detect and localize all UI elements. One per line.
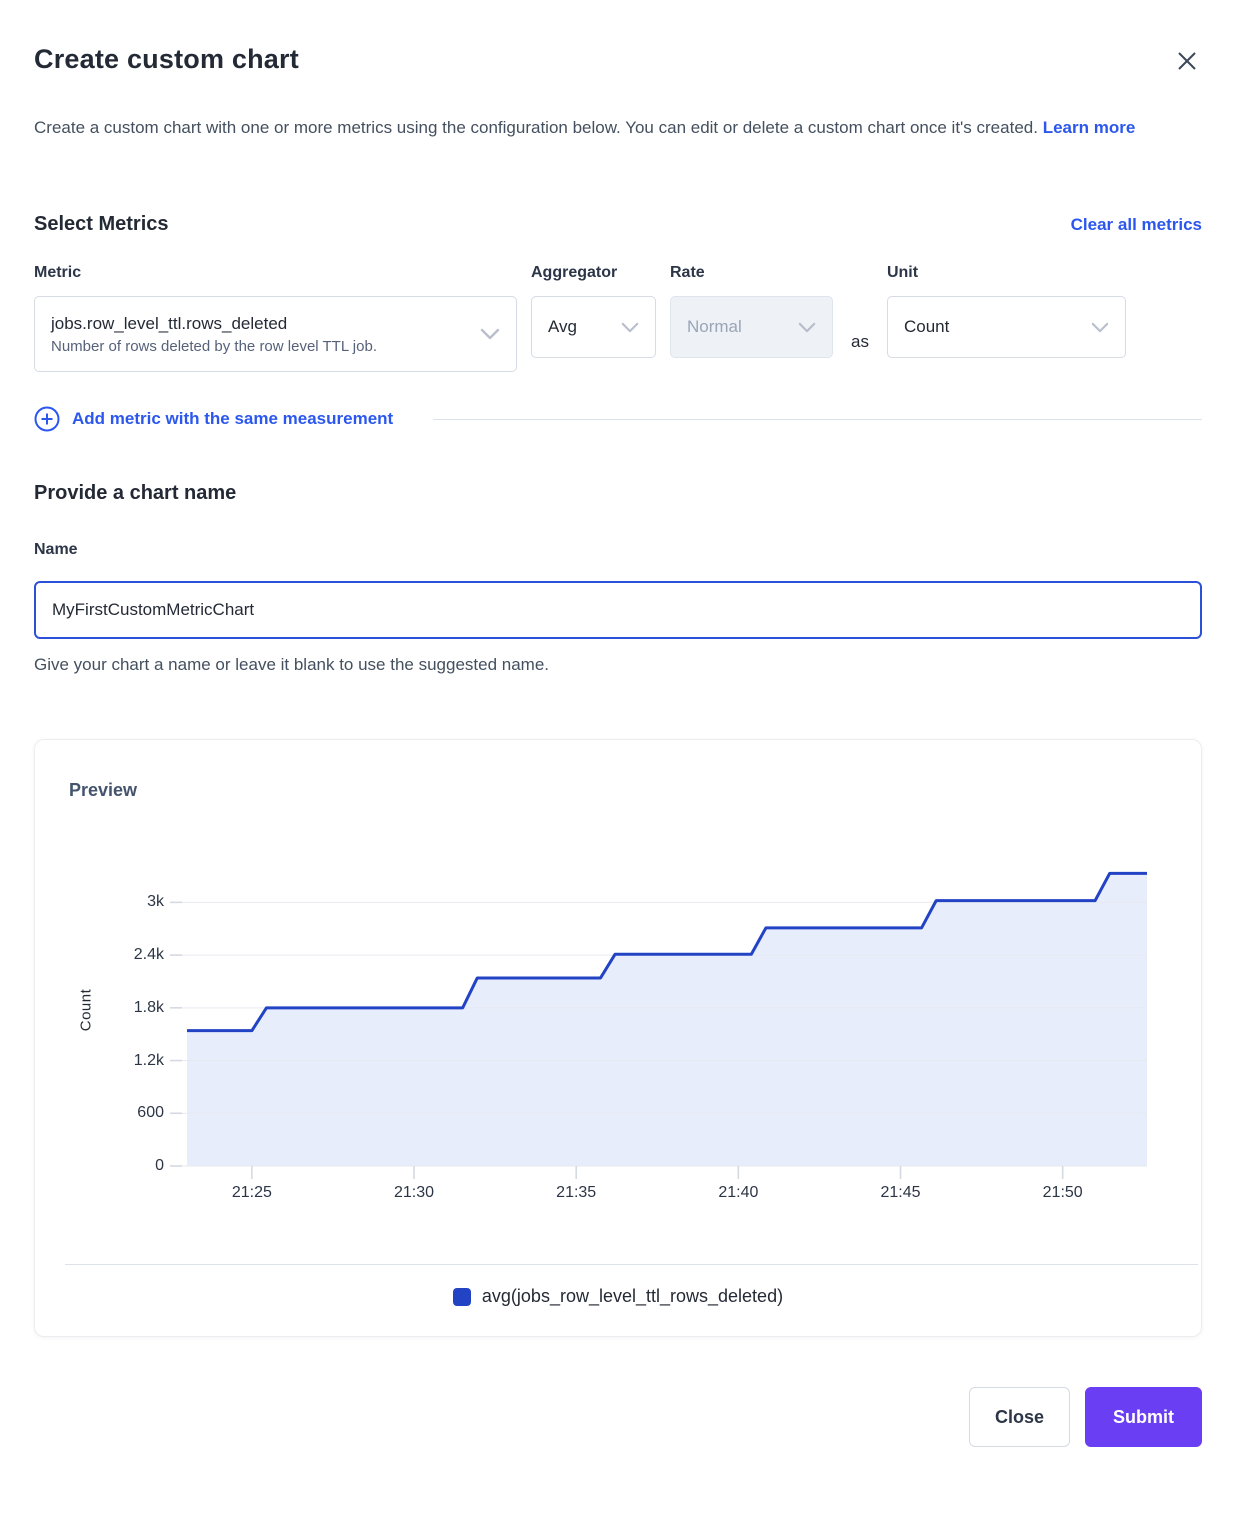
unit-select[interactable]: Count: [887, 296, 1126, 358]
y-tick-label: 0: [35, 1155, 164, 1177]
select-metrics-header: Select Metrics Clear all metrics: [34, 213, 1202, 236]
unit-column: Unit Count: [887, 264, 1126, 358]
close-x-glyph: [1176, 50, 1198, 72]
add-metric-row: Add metric with the same measurement: [34, 406, 1202, 432]
x-tick-label: 21:45: [880, 1182, 920, 1204]
x-tick-label: 21:40: [718, 1182, 758, 1204]
add-metric-button[interactable]: Add metric with the same measurement: [34, 406, 393, 432]
metric-select-texts: jobs.row_level_ttl.rows_deleted Number o…: [51, 312, 377, 357]
metric-select-value: jobs.row_level_ttl.rows_deleted: [51, 314, 377, 334]
preview-heading: Preview: [69, 780, 137, 801]
name-helper-text: Give your chart a name or leave it blank…: [34, 655, 1202, 675]
clear-all-metrics-link[interactable]: Clear all metrics: [1071, 215, 1202, 235]
submit-button[interactable]: Submit: [1085, 1387, 1202, 1447]
close-button[interactable]: Close: [969, 1387, 1070, 1447]
unit-select-value: Count: [904, 317, 949, 337]
modal-header: Create custom chart: [34, 44, 1202, 79]
preview-card: Preview Count 06001.2k1.8k2.4k3k 21:2521…: [34, 739, 1202, 1337]
rate-select: Normal: [670, 296, 833, 358]
chevron-down-icon: [798, 322, 816, 333]
y-tick-label: 3k: [35, 891, 164, 913]
modal-description: Create a custom chart with one or more m…: [34, 109, 1194, 147]
chevron-down-icon: [1091, 322, 1109, 333]
legend-divider: [65, 1264, 1198, 1265]
rate-label: Rate: [670, 264, 833, 284]
x-tick-label: 21:30: [394, 1182, 434, 1204]
chart-name-heading: Provide a chart name: [34, 482, 1202, 505]
add-metric-divider: [433, 419, 1202, 420]
modal-footer: Close Submit: [34, 1387, 1202, 1447]
y-tick-label: 1.2k: [35, 1050, 164, 1072]
metric-select-description: Number of rows deleted by the row level …: [51, 338, 377, 355]
chart-legend: avg(jobs_row_level_ttl_rows_deleted): [35, 1286, 1201, 1307]
metric-select[interactable]: jobs.row_level_ttl.rows_deleted Number o…: [34, 296, 517, 372]
x-tick-label: 21:50: [1043, 1182, 1083, 1204]
as-spacer: [847, 264, 873, 296]
unit-label: Unit: [887, 264, 1126, 284]
x-tick-label: 21:35: [556, 1182, 596, 1204]
close-icon[interactable]: [1172, 46, 1202, 79]
as-text: as: [847, 296, 873, 358]
metric-config-row: Metric jobs.row_level_ttl.rows_deleted N…: [34, 264, 1202, 372]
x-tick-label: 21:25: [232, 1182, 272, 1204]
metric-label: Metric: [34, 264, 517, 284]
aggregator-select-value: Avg: [548, 317, 577, 337]
chart-svg: [170, 847, 1157, 1183]
rate-select-value: Normal: [687, 317, 742, 337]
as-column: as: [847, 264, 873, 358]
y-tick-label: 600: [35, 1102, 164, 1124]
plus-circle-icon: [34, 406, 60, 432]
metric-column: Metric jobs.row_level_ttl.rows_deleted N…: [34, 264, 517, 372]
preview-chart-plot: [170, 847, 1157, 1188]
page-title: Create custom chart: [34, 44, 299, 75]
y-tick-label: 2.4k: [35, 944, 164, 966]
learn-more-link[interactable]: Learn more: [1043, 118, 1136, 137]
aggregator-column: Aggregator Avg: [531, 264, 656, 358]
select-metrics-heading: Select Metrics: [34, 213, 169, 236]
chart-area-fill: [187, 873, 1147, 1166]
aggregator-select[interactable]: Avg: [531, 296, 656, 358]
aggregator-label: Aggregator: [531, 264, 656, 284]
legend-swatch: [453, 1288, 471, 1306]
name-label: Name: [34, 541, 1202, 561]
chevron-down-icon: [621, 322, 639, 333]
rate-column: Rate Normal: [670, 264, 833, 358]
legend-label: avg(jobs_row_level_ttl_rows_deleted): [482, 1286, 783, 1307]
description-text: Create a custom chart with one or more m…: [34, 118, 1038, 137]
y-tick-label: 1.8k: [35, 997, 164, 1019]
add-metric-label: Add metric with the same measurement: [72, 409, 393, 429]
create-custom-chart-modal: Create custom chart Create a custom char…: [0, 0, 1236, 1483]
chevron-down-icon: [480, 328, 500, 340]
chart-name-input[interactable]: [34, 581, 1202, 639]
